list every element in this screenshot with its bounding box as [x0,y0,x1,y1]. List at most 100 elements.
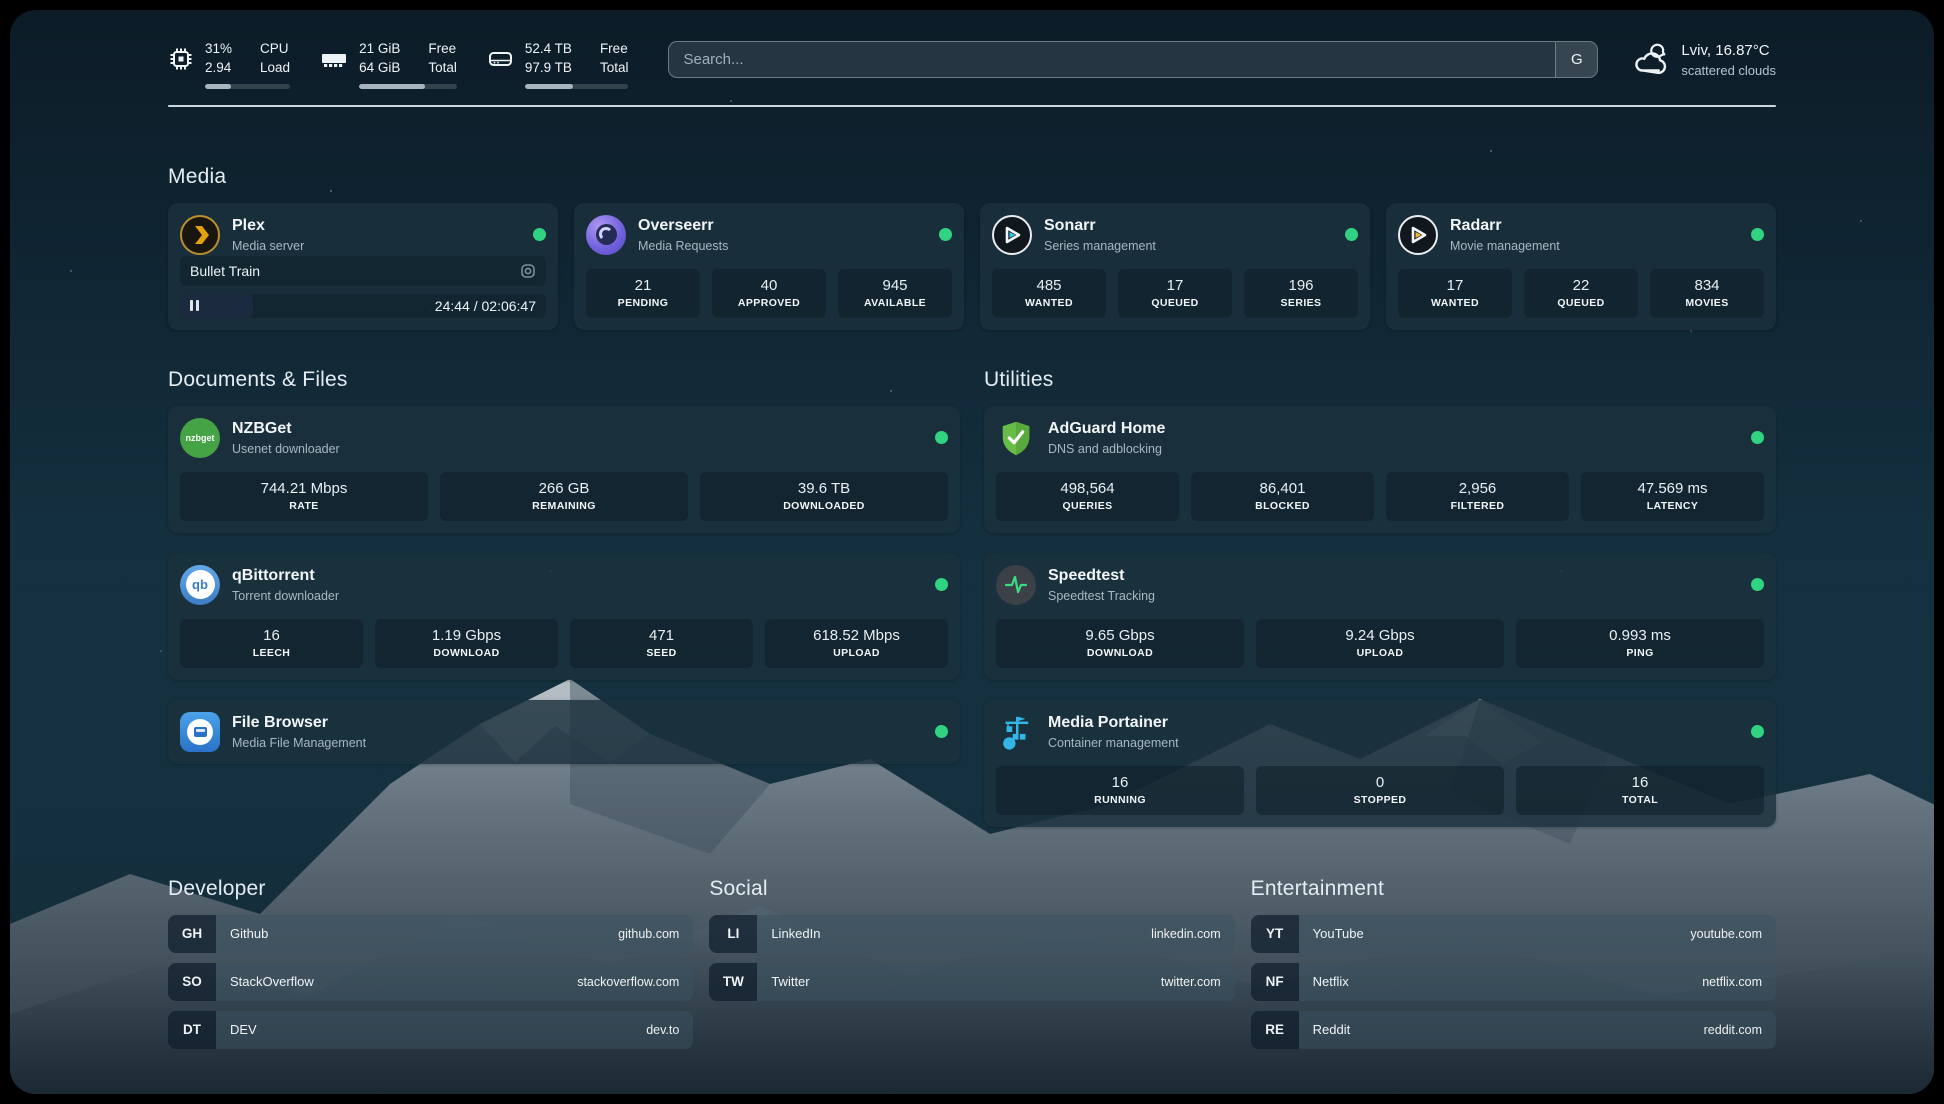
service-card-plex[interactable]: Plex Media server Bullet Train [168,203,558,330]
section-documents: Documents & Files nzbget NZBGet Usenet d… [168,368,960,827]
bookmark-abbr: RE [1251,1011,1299,1049]
bookmark-github[interactable]: GH Github github.com [168,915,693,953]
disk-progress-fill [525,84,573,89]
service-card-portainer[interactable]: Media Portainer Container management 16 … [984,700,1776,827]
status-online-dot [1751,431,1764,444]
bookmark-name: YouTube [1313,926,1364,941]
bookmark-name: Twitter [771,974,809,989]
bookmark-url: github.com [618,927,679,941]
bookmark-dev[interactable]: DT DEV dev.to [168,1011,693,1049]
stat-seed: 471 SEED [570,619,753,668]
service-card-speedtest[interactable]: Speedtest Speedtest Tracking 9.65 Gbps D… [984,553,1776,680]
nzbget-icon: nzbget [180,418,220,458]
bookmark-youtube[interactable]: YT YouTube youtube.com [1251,915,1776,953]
cpu-progress-fill [205,84,231,89]
adguard-icon [996,418,1036,458]
bookmark-url: reddit.com [1704,1023,1762,1037]
service-description: Speedtest Tracking [1048,588,1155,604]
stat-movies: 834 MOVIES [1650,269,1764,318]
memory-free-label: Free [428,40,457,59]
sonarr-icon [992,215,1032,255]
service-description: DNS and adblocking [1048,441,1165,457]
bookmark-name: Netflix [1313,974,1349,989]
service-name: Overseerr [638,216,728,237]
stat-stopped: 0 STOPPED [1256,766,1504,815]
bookmark-url: dev.to [646,1023,679,1037]
playback-time: 24:44 / 02:06:47 [435,298,546,314]
section-title-utilities: Utilities [984,368,1776,392]
disk-widget: 52.4 TB 97.9 TB Free Total [487,40,629,89]
qbittorrent-icon: qb [180,565,220,605]
status-online-dot [935,578,948,591]
service-description: Torrent downloader [232,588,339,604]
cpu-load-label: Load [260,59,290,78]
cpu-load-value: 2.94 [205,59,232,78]
section-media: Media Plex Media server [168,165,1776,330]
cpu-label: CPU [260,40,290,59]
bookmark-stackoverflow[interactable]: SO StackOverflow stackoverflow.com [168,963,693,1001]
status-online-dot [935,725,948,738]
search-input[interactable] [669,42,1555,77]
bookmark-abbr: NF [1251,963,1299,1001]
memory-total: 64 GiB [359,59,400,78]
service-card-qbittorrent[interactable]: qb qBittorrent Torrent downloader 16 [168,553,960,680]
radarr-icon [1398,215,1438,255]
stat-queued: 22 QUEUED [1524,269,1638,318]
bookmark-group-social: Social LI LinkedIn linkedin.com TW Twitt… [709,877,1234,1049]
bookmark-reddit[interactable]: RE Reddit reddit.com [1251,1011,1776,1049]
pause-button[interactable] [190,300,199,311]
bookmark-url: youtube.com [1690,927,1762,941]
service-card-radarr[interactable]: Radarr Movie management 17 WANTED 22 QUE… [1386,203,1776,330]
bookmark-name: LinkedIn [771,926,820,941]
stat-running: 16 RUNNING [996,766,1244,815]
memory-progress-track [359,84,457,89]
service-name: File Browser [232,713,366,734]
cpu-icon [168,46,194,72]
disk-progress-track [525,84,629,89]
service-card-filebrowser[interactable]: File Browser Media File Management [168,700,960,764]
bookmark-twitter[interactable]: TW Twitter twitter.com [709,963,1234,1001]
cloud-icon [1632,43,1670,77]
memory-total-label: Total [428,59,457,78]
stat-filtered: 2,956 FILTERED [1386,472,1569,521]
service-card-nzbget[interactable]: nzbget NZBGet Usenet downloader 744.21 M… [168,406,960,533]
cpu-widget: 31% 2.94 CPU Load [168,40,290,89]
bookmark-netflix[interactable]: NF Netflix netflix.com [1251,963,1776,1001]
memory-widget: 21 GiB 64 GiB Free Total [320,40,457,89]
service-name: qBittorrent [232,566,339,587]
memory-free: 21 GiB [359,40,400,59]
stat-approved: 40 APPROVED [712,269,826,318]
bookmark-group-developer: Developer GH Github github.com SO StackO… [168,877,693,1049]
disk-total: 97.9 TB [525,59,572,78]
status-online-dot [1751,578,1764,591]
service-card-overseerr[interactable]: Overseerr Media Requests 21 PENDING 40 A… [574,203,964,330]
stat-upload: 618.52 Mbps UPLOAD [765,619,948,668]
status-online-dot [939,228,952,241]
stat-remaining: 266 GB REMAINING [440,472,688,521]
status-online-dot [1751,228,1764,241]
dashboard-screen: 31% 2.94 CPU Load [10,10,1934,1094]
service-name: AdGuard Home [1048,419,1165,440]
stat-wanted: 485 WANTED [992,269,1106,318]
stat-queries: 498,564 QUERIES [996,472,1179,521]
service-card-sonarr[interactable]: Sonarr Series management 485 WANTED 17 Q… [980,203,1370,330]
section-utilities: Utilities [984,368,1776,827]
camera-icon [520,263,536,279]
resource-widgets: 31% 2.94 CPU Load [168,40,628,89]
stat-total: 16 TOTAL [1516,766,1764,815]
bookmark-url: stackoverflow.com [577,975,679,989]
section-title-developer: Developer [168,877,693,901]
search-provider-button[interactable]: G [1555,42,1597,77]
stat-download: 1.19 Gbps DOWNLOAD [375,619,558,668]
stat-available: 945 AVAILABLE [838,269,952,318]
bookmark-abbr: SO [168,963,216,1001]
cpu-usage: 31% [205,40,232,59]
bookmark-url: linkedin.com [1151,927,1220,941]
disk-total-label: Total [600,59,629,78]
speedtest-icon [996,565,1036,605]
stat-pending: 21 PENDING [586,269,700,318]
service-card-adguard[interactable]: AdGuard Home DNS and adblocking 498,564 … [984,406,1776,533]
bookmark-linkedin[interactable]: LI LinkedIn linkedin.com [709,915,1234,953]
service-name: Media Portainer [1048,713,1179,734]
now-playing-row: Bullet Train [180,256,546,286]
